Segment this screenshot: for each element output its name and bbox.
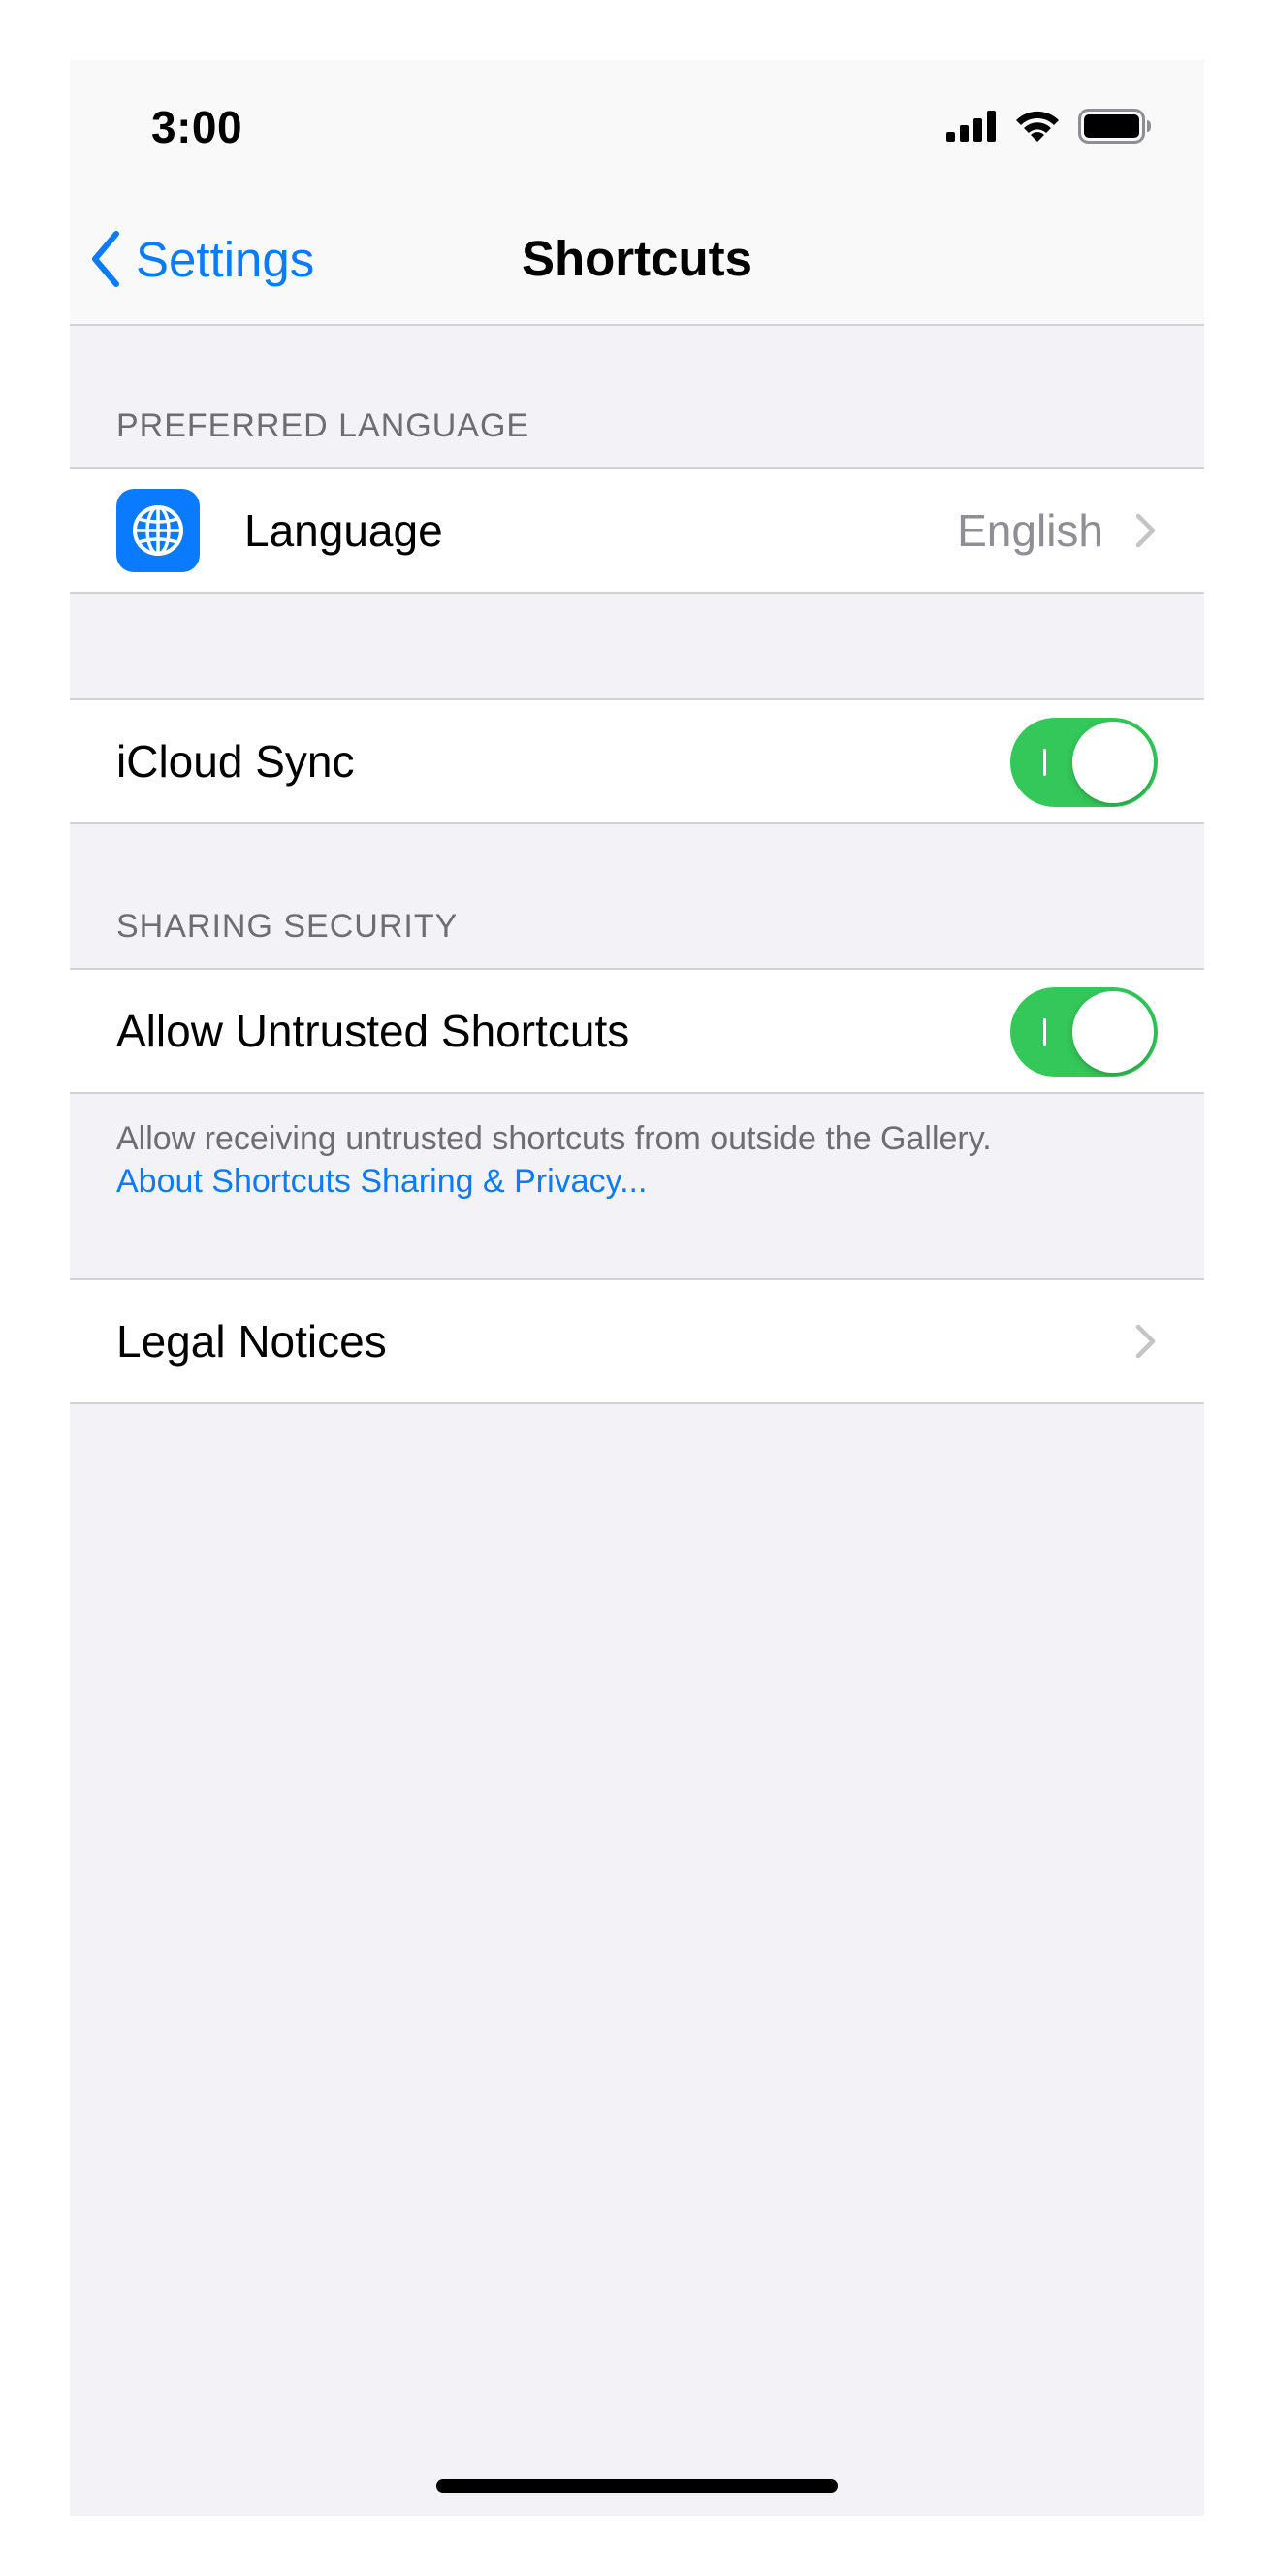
sharing-security-group: Allow Untrusted Shortcuts <box>70 968 1204 1094</box>
globe-icon <box>116 489 200 572</box>
language-label: Language <box>244 505 443 556</box>
navigation-header: 3:00 Settings Shortcuts <box>70 60 1204 326</box>
toggle-on-indicator <box>1043 1018 1046 1046</box>
sharing-footer-note: Allow receiving untrusted shortcuts from… <box>116 1117 1163 1203</box>
chevron-right-icon <box>1135 513 1156 548</box>
chevron-right-icon <box>1135 1324 1156 1359</box>
legal-group: Legal Notices <box>70 1278 1204 1404</box>
language-value: English <box>957 505 1103 556</box>
icloud-group: iCloud Sync <box>70 698 1204 824</box>
signal-icon <box>946 111 996 142</box>
allow-untrusted-row: Allow Untrusted Shortcuts <box>70 970 1204 1092</box>
language-group: Language English <box>70 467 1204 594</box>
home-indicator[interactable] <box>436 2479 838 2493</box>
language-row[interactable]: Language English <box>70 469 1204 592</box>
section-header-preferred-language: PREFERRED LANGUAGE <box>116 407 530 444</box>
toggle-knob <box>1072 991 1154 1073</box>
sharing-footer-text: Allow receiving untrusted shortcuts from… <box>116 1120 992 1157</box>
allow-untrusted-toggle[interactable] <box>1010 987 1158 1077</box>
allow-untrusted-label: Allow Untrusted Shortcuts <box>116 1006 630 1056</box>
page-title: Shortcuts <box>521 231 753 286</box>
icloud-sync-row: iCloud Sync <box>70 700 1204 822</box>
toggle-knob <box>1072 722 1154 803</box>
sharing-privacy-link[interactable]: About Shortcuts Sharing & Privacy... <box>116 1160 1163 1203</box>
status-time: 3:00 <box>151 102 243 152</box>
wifi-icon <box>1016 111 1059 142</box>
icloud-sync-label: iCloud Sync <box>116 736 355 787</box>
section-header-sharing-security: SHARING SECURITY <box>116 908 459 945</box>
phone-screen: 3:00 Settings Shortcuts PREFERRED LANGUA… <box>70 60 1204 2516</box>
icloud-sync-toggle[interactable] <box>1010 718 1158 807</box>
toggle-on-indicator <box>1043 749 1046 776</box>
status-icons <box>946 107 1152 145</box>
legal-notices-row[interactable]: Legal Notices <box>70 1280 1204 1402</box>
legal-notices-label: Legal Notices <box>116 1316 387 1367</box>
battery-icon <box>1078 109 1151 144</box>
